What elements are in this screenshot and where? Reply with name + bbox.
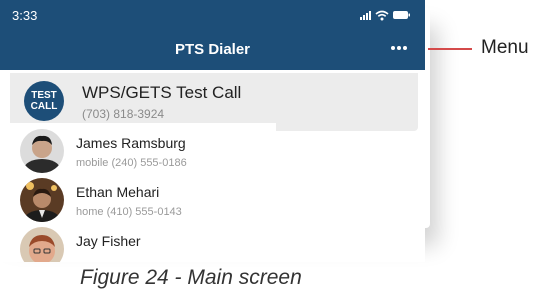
contact-detail: home (410) 555-0143 bbox=[76, 206, 182, 218]
callout-label: Menu bbox=[481, 37, 529, 58]
contact-name: Ethan Mehari bbox=[76, 184, 160, 200]
test-call-title: WPS/GETS Test Call bbox=[82, 83, 242, 102]
app-title: PTS Dialer bbox=[174, 41, 251, 58]
app-bar: 3:33 PTS Dialer bbox=[0, 0, 425, 70]
contact-item[interactable]: Ethan Mehari home (410) 555-0143 bbox=[10, 172, 276, 222]
avatar bbox=[20, 178, 64, 222]
signal-icon bbox=[360, 10, 371, 20]
badge-line-2: CALL bbox=[30, 101, 58, 112]
contact-detail: mobile (240) 555-0186 bbox=[76, 157, 187, 169]
more-horizontal-icon[interactable] bbox=[391, 46, 407, 50]
figure-caption: Figure 24 - Main screen bbox=[80, 266, 302, 289]
status-time: 3:33 bbox=[12, 8, 38, 23]
contact-item[interactable]: Jay Fisher bbox=[10, 221, 276, 262]
test-call-number: (703) 818-3924 bbox=[82, 107, 165, 121]
contact-name: Jay Fisher bbox=[76, 233, 141, 249]
contact-list: James Ramsburg mobile (240) 555-0186 Eth… bbox=[10, 123, 276, 262]
battery-icon bbox=[393, 10, 411, 20]
badge-line-1: TEST bbox=[31, 90, 57, 101]
status-icons bbox=[360, 9, 411, 21]
wifi-icon bbox=[375, 10, 389, 21]
test-call-badge: TEST CALL bbox=[24, 81, 64, 121]
avatar bbox=[20, 129, 64, 173]
callout-line bbox=[428, 48, 472, 50]
contact-name: James Ramsburg bbox=[76, 135, 186, 151]
avatar bbox=[20, 227, 64, 262]
contact-item[interactable]: James Ramsburg mobile (240) 555-0186 bbox=[10, 123, 276, 173]
phone-screen: 3:33 PTS Dialer TEST CALL WPS/GETS Test … bbox=[0, 0, 425, 262]
